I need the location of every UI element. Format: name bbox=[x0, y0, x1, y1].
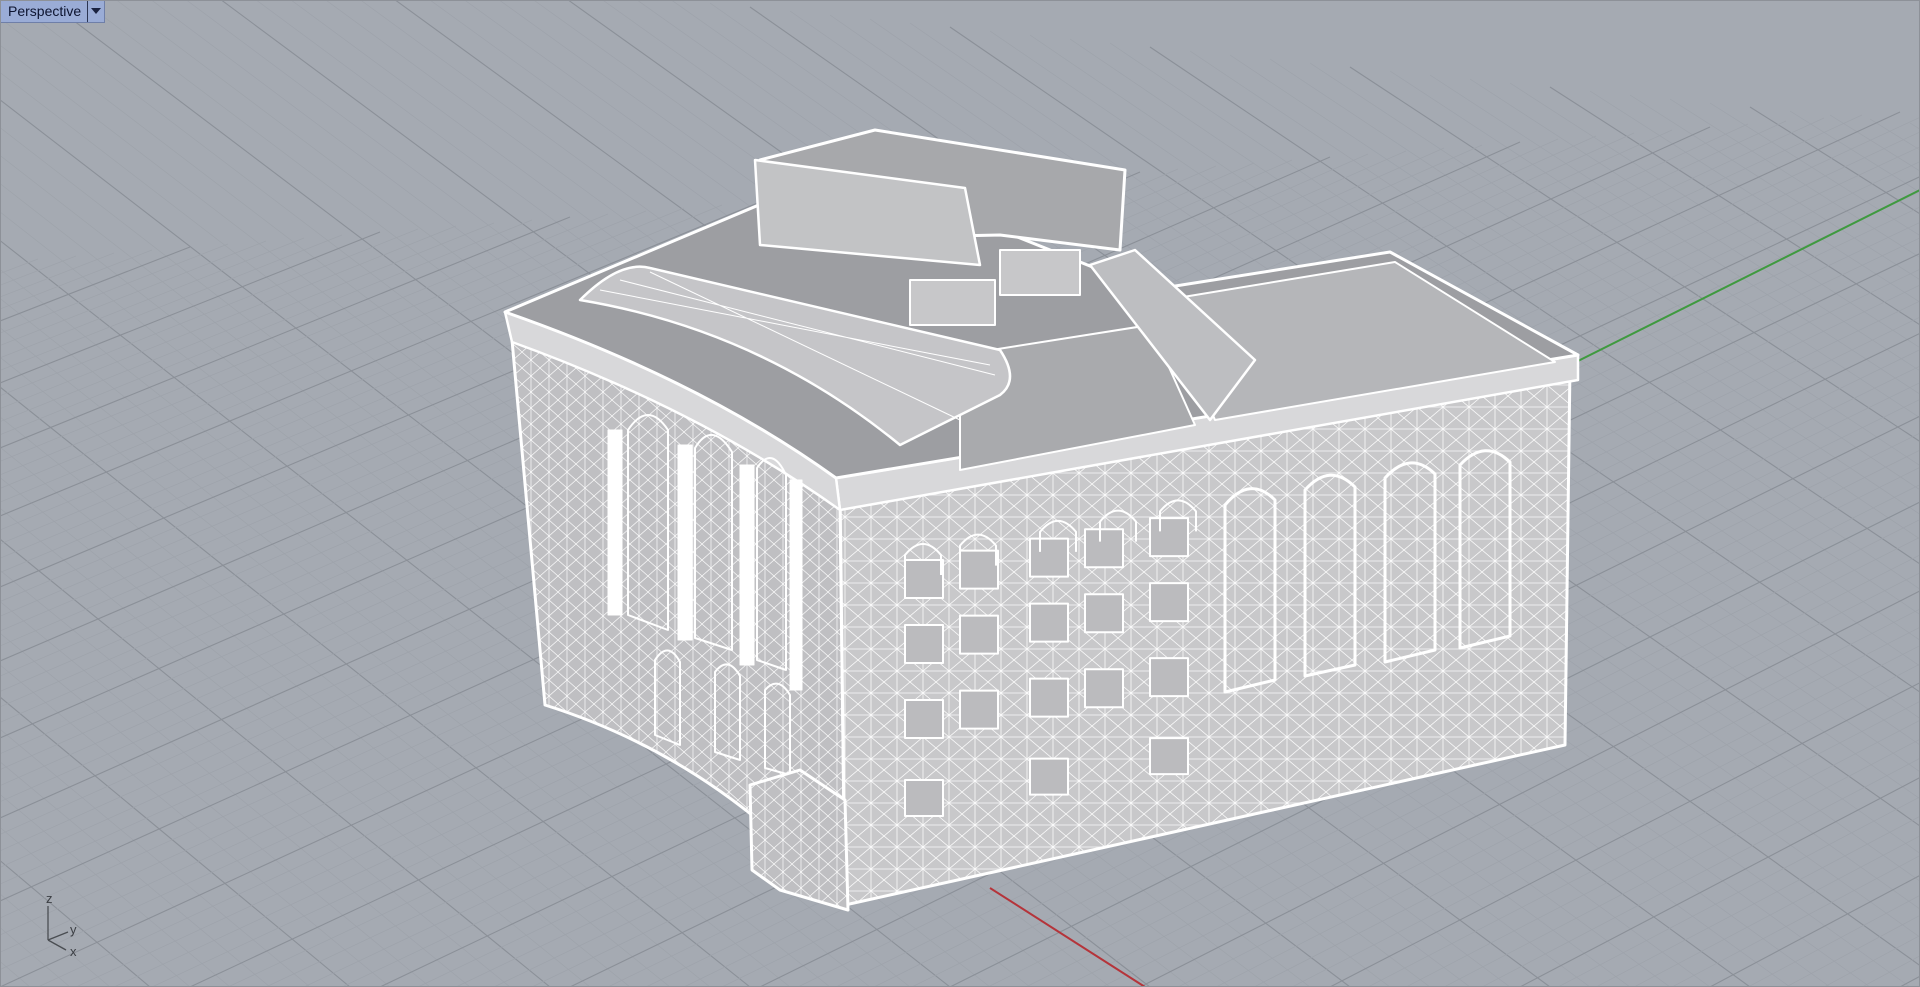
window-pane bbox=[904, 699, 944, 739]
window-pane bbox=[1149, 582, 1189, 623]
window-pane bbox=[1149, 657, 1189, 698]
window-pane bbox=[1149, 517, 1189, 558]
x-axis-label: x bbox=[70, 944, 77, 959]
axis-orientation-widget: z y x bbox=[46, 891, 77, 959]
window-pane bbox=[1029, 677, 1069, 718]
roof-chimney-1 bbox=[909, 279, 996, 326]
window-pane bbox=[904, 779, 944, 817]
window-pane bbox=[959, 614, 999, 655]
z-axis-label: z bbox=[46, 891, 53, 906]
window-pane bbox=[1029, 757, 1069, 796]
window-pane bbox=[904, 624, 944, 664]
window-pane bbox=[1084, 668, 1124, 709]
perspective-viewport[interactable]: Perspective z y x bbox=[0, 0, 1920, 987]
x-axis-line bbox=[989, 887, 1146, 987]
window-pane bbox=[959, 549, 999, 590]
viewport-canvas[interactable] bbox=[0, 0, 1920, 987]
window-pane bbox=[1084, 528, 1124, 569]
window-pane bbox=[1029, 537, 1069, 578]
window-pane bbox=[904, 559, 944, 599]
chevron-down-icon[interactable] bbox=[87, 0, 104, 22]
viewport-title-tab[interactable]: Perspective bbox=[0, 0, 106, 23]
window-pane bbox=[1149, 737, 1189, 776]
window-pane bbox=[1029, 602, 1069, 643]
window-pane bbox=[959, 689, 999, 730]
roof-chimney-2 bbox=[999, 249, 1081, 296]
y-axis-label: y bbox=[70, 922, 77, 937]
window-pane bbox=[1084, 593, 1124, 634]
building-mesh-model[interactable] bbox=[503, 128, 1580, 912]
entrance-vestibule bbox=[748, 768, 850, 912]
viewport-name-label[interactable]: Perspective bbox=[0, 0, 87, 22]
